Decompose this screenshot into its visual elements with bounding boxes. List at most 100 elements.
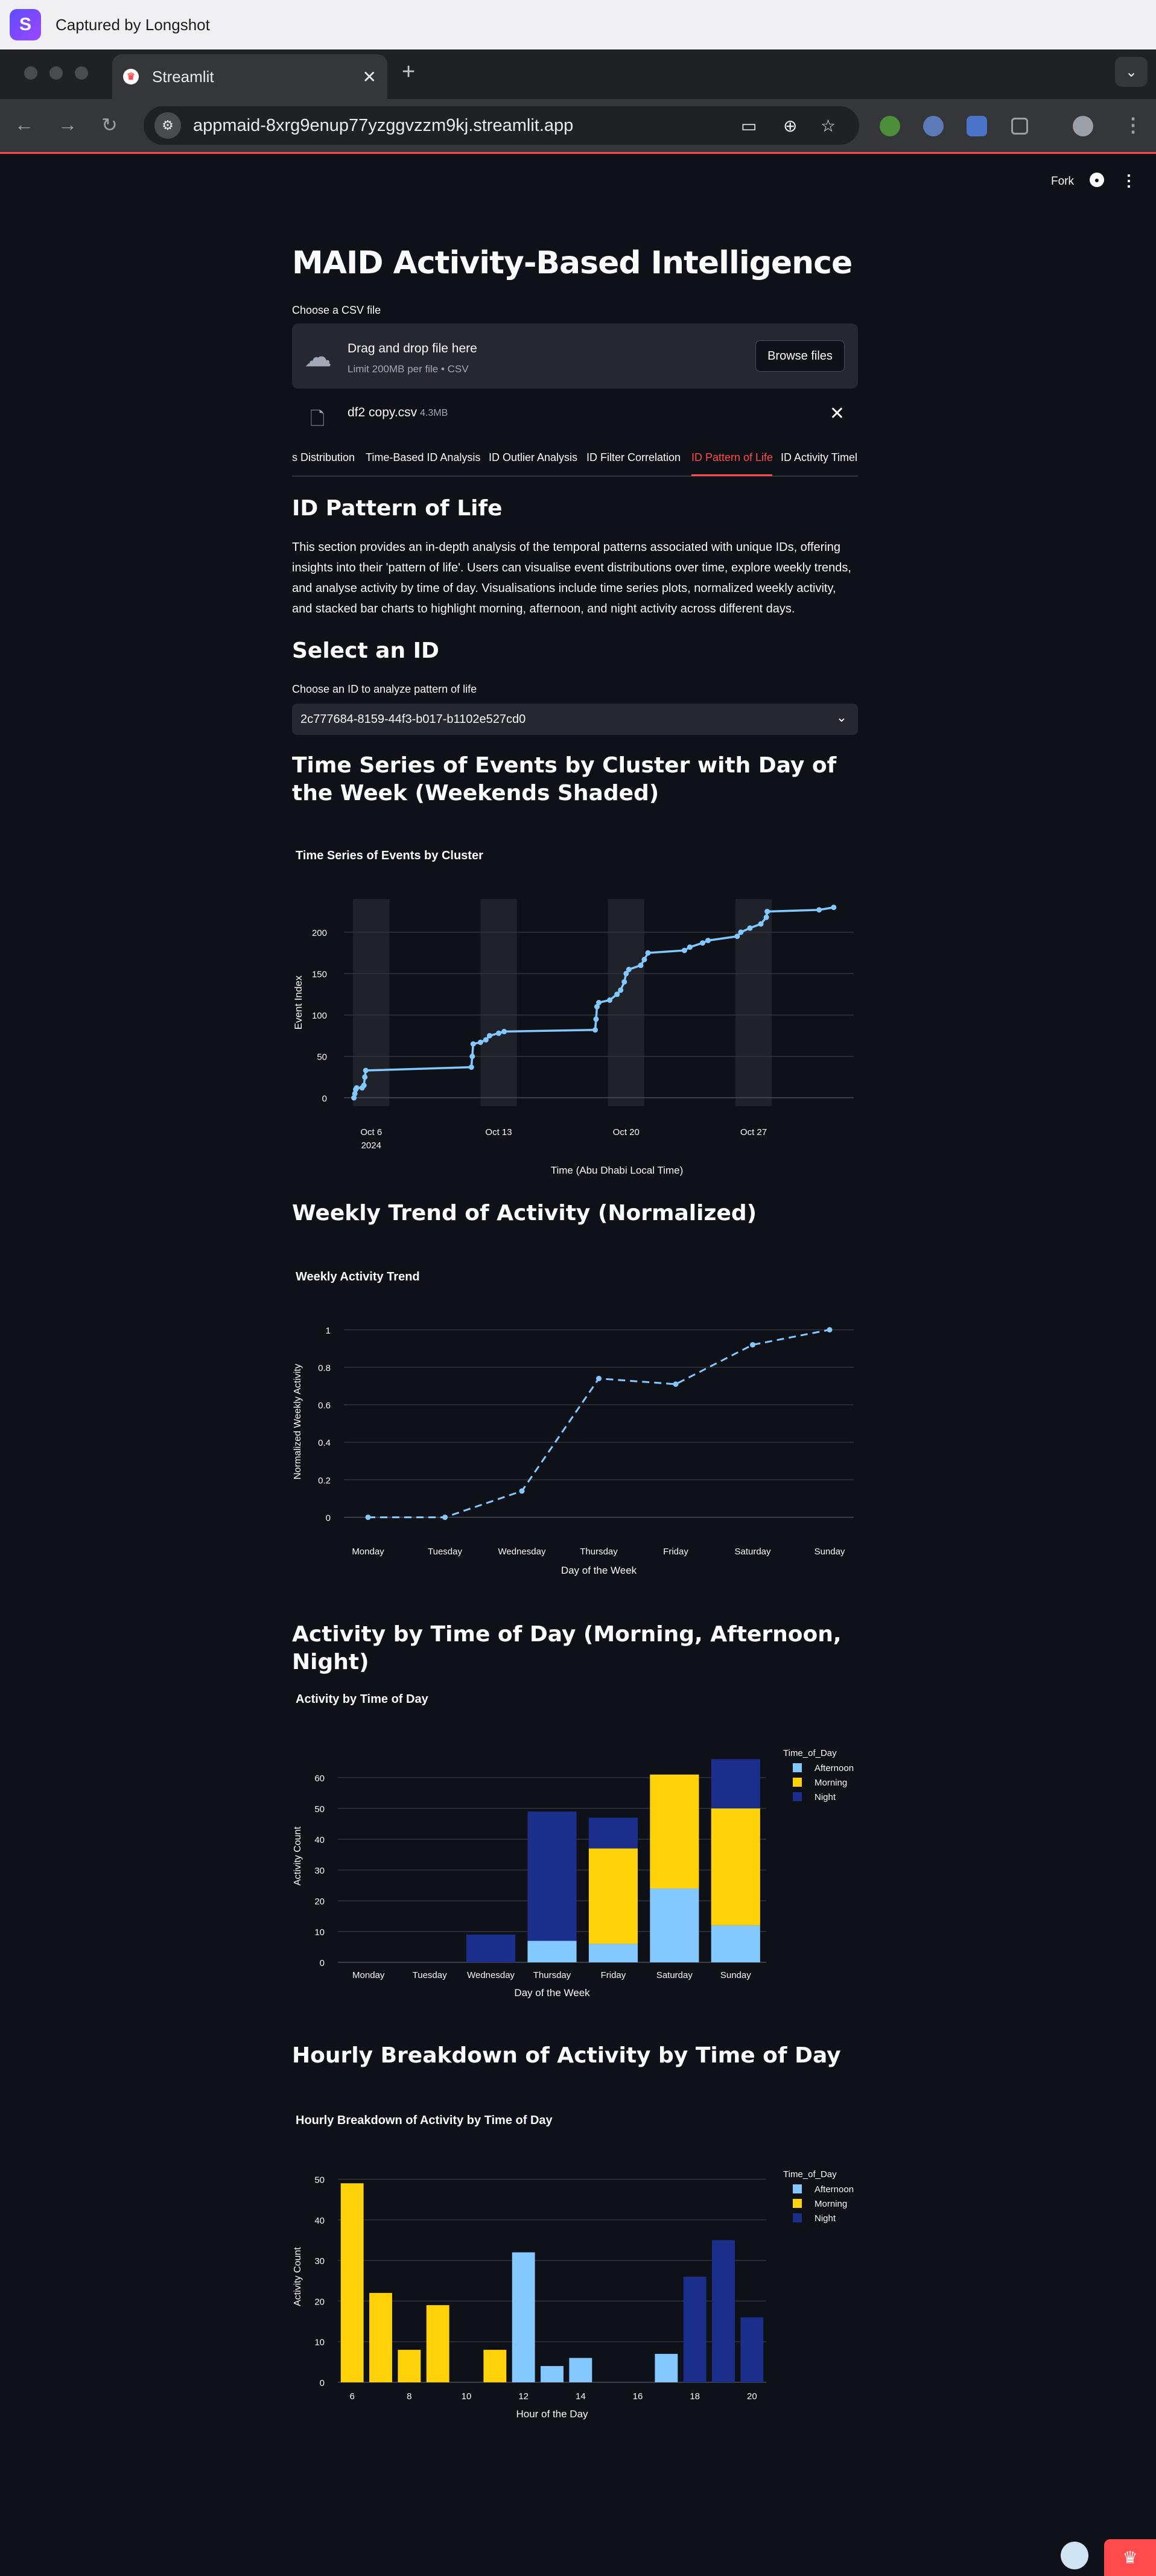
legend-title: Time_of_Day — [783, 1748, 837, 1758]
extension-shield-icon[interactable] — [967, 116, 987, 136]
url-text: appmaid-8xrg9enup77yzggvzzm9kj.streamlit… — [193, 115, 574, 135]
data-point — [750, 1342, 755, 1348]
time-of-day-chart[interactable]: Activity by Time of Day 0 10 20 30 40 50 60 Mond… — [290, 1684, 863, 2009]
bar-afternoon — [711, 1925, 760, 1962]
browse-files-button[interactable]: Browse files — [755, 340, 845, 372]
forward-icon[interactable]: → — [58, 113, 77, 136]
x-tick-label: Tuesday — [413, 1970, 447, 1980]
y-tick-label: 40 — [314, 2216, 325, 2226]
legend-label: Morning — [815, 1778, 847, 1788]
window-minimize-icon[interactable] — [49, 66, 63, 80]
data-point — [470, 1041, 476, 1047]
reload-icon[interactable]: ↻ — [101, 113, 118, 136]
timeseries-chart[interactable]: Time Series of Events by Cluster 0 50 100 15… — [290, 839, 863, 1177]
site-info-icon[interactable]: ⚙ — [154, 112, 181, 139]
x-tick-label: 10 — [462, 2391, 472, 2402]
id-select[interactable]: 2c777684-8159-44f3-b017-b1102e527cd0 ⌄ — [292, 704, 858, 735]
capture-title: Captured by Longshot — [56, 15, 210, 34]
legend-swatch — [793, 1763, 802, 1772]
tab-search-menu-icon[interactable]: ⌄ — [1115, 57, 1148, 87]
address-bar[interactable]: ⚙ appmaid-8xrg9enup77yzggvzzm9kj.streaml… — [144, 106, 859, 145]
legend-label: Night — [815, 2213, 836, 2224]
streamlit-favicon-icon: ♛ — [123, 69, 139, 84]
profile-avatar-icon[interactable] — [1073, 116, 1093, 136]
section-title: ID Pattern of Life — [292, 496, 503, 521]
bar-afternoon — [655, 2353, 678, 2382]
bar-morning — [588, 1848, 638, 1944]
weekly-trend-chart[interactable]: Weekly Activity Trend 0 0.2 0.4 0.6 0.8 1 Monda… — [290, 1262, 863, 1588]
tab-id-pattern-of-life[interactable]: ID Pattern of Life — [691, 451, 773, 464]
legend-swatch — [793, 1778, 802, 1787]
data-point — [705, 938, 711, 944]
tab-close-icon[interactable]: ✕ — [363, 67, 376, 87]
x-tick-label: Thursday — [533, 1970, 571, 1980]
cast-icon[interactable]: ▭ — [741, 116, 757, 136]
y-tick-label: 0 — [320, 1958, 325, 1968]
y-tick-label: 20 — [314, 1897, 325, 1907]
y-axis-label: Activity Count — [293, 2247, 303, 2306]
tab-id-filter-correlation[interactable]: ID Filter Correlation — [586, 451, 681, 464]
window-zoom-icon[interactable] — [75, 66, 88, 80]
streamlit-status-avatar[interactable] — [1061, 2542, 1088, 2569]
y-tick-label: 100 — [312, 1011, 327, 1021]
fork-button[interactable]: Fork — [1051, 175, 1074, 188]
github-icon[interactable]: ● — [1090, 173, 1104, 187]
y-tick-label: 1 — [326, 1326, 331, 1336]
extension-profile-icon[interactable] — [923, 116, 944, 136]
section-description: This section provides an in-depth analys… — [292, 541, 851, 615]
data-point — [638, 962, 644, 968]
y-tick-label: 10 — [314, 1927, 325, 1938]
back-icon[interactable]: ← — [14, 113, 34, 136]
y-tick-label: 0.6 — [318, 1401, 331, 1411]
data-point — [645, 950, 651, 956]
x-tick-label: Oct 13 — [485, 1127, 512, 1137]
bookmark-star-icon[interactable]: ☆ — [821, 116, 836, 136]
x-tick-label: 20 — [747, 2391, 757, 2402]
tab-bar: s Distribution Time-Based ID Analysis ID… — [292, 447, 858, 477]
new-tab-icon[interactable]: + — [402, 60, 415, 83]
app-menu-icon[interactable]: ⋮ — [1121, 171, 1137, 190]
x-tick-label: 14 — [576, 2391, 586, 2402]
bar-night — [588, 1818, 638, 1849]
data-point — [831, 905, 837, 911]
data-point — [764, 909, 770, 915]
browser-menu-icon[interactable]: ⋮ — [1123, 113, 1143, 136]
legend-swatch — [793, 1792, 802, 1801]
chart-title: Hourly Breakdown of Activity by Time of … — [296, 2114, 553, 2127]
file-dropzone[interactable]: ☁ Drag and drop file here Limit 200MB pe… — [292, 323, 858, 389]
x-axis-label: Hour of the Day — [516, 2408, 588, 2420]
tab-id-activity-timeline[interactable]: ID Activity Timel — [781, 451, 857, 464]
data-point — [816, 907, 822, 913]
extension-tree-icon[interactable] — [880, 116, 900, 136]
tab-id-outlier-analysis[interactable]: ID Outlier Analysis — [489, 451, 577, 464]
window-close-icon[interactable] — [24, 66, 37, 80]
data-point — [747, 925, 753, 931]
data-point — [354, 1085, 360, 1091]
hourly-breakdown-chart[interactable]: Hourly Breakdown of Activity by Time of … — [290, 2105, 863, 2431]
tab-distribution[interactable]: s Distribution — [292, 451, 355, 464]
bar-morning — [369, 2292, 392, 2382]
y-tick-label: 50 — [314, 1804, 325, 1814]
data-point — [626, 967, 632, 973]
data-point — [641, 956, 647, 962]
bar-night — [740, 2317, 764, 2382]
y-tick-label: 50 — [317, 1052, 327, 1063]
tab-time-based-id-analysis[interactable]: Time-Based ID Analysis — [366, 451, 480, 464]
browser-chrome: ♛ Streamlit ✕ + ⌄ ← → ↻ ⚙ appmaid-8xrg9e… — [0, 49, 1156, 153]
bar-morning — [426, 2305, 449, 2382]
x-tick-label: Monday — [352, 1970, 385, 1980]
browser-tab-streamlit[interactable]: ♛ Streamlit ✕ — [112, 54, 387, 99]
legend-swatch — [793, 2199, 802, 2208]
legend-label: Afternoon — [815, 2184, 854, 2195]
zoom-icon[interactable]: ⊕ — [783, 116, 797, 136]
extensions-puzzle-icon[interactable] — [1011, 118, 1028, 135]
active-tab-indicator — [691, 474, 772, 476]
y-tick-label: 20 — [314, 2297, 325, 2307]
data-point — [763, 914, 769, 920]
remove-file-icon[interactable]: ✕ — [830, 403, 845, 424]
streamlit-crown-icon[interactable]: ♛ — [1104, 2539, 1156, 2576]
bar-morning — [340, 2183, 364, 2382]
x-tick-label: Oct 6 — [360, 1127, 382, 1137]
x-tick-label: Wednesday — [467, 1970, 515, 1980]
y-tick-label: 150 — [312, 969, 327, 979]
